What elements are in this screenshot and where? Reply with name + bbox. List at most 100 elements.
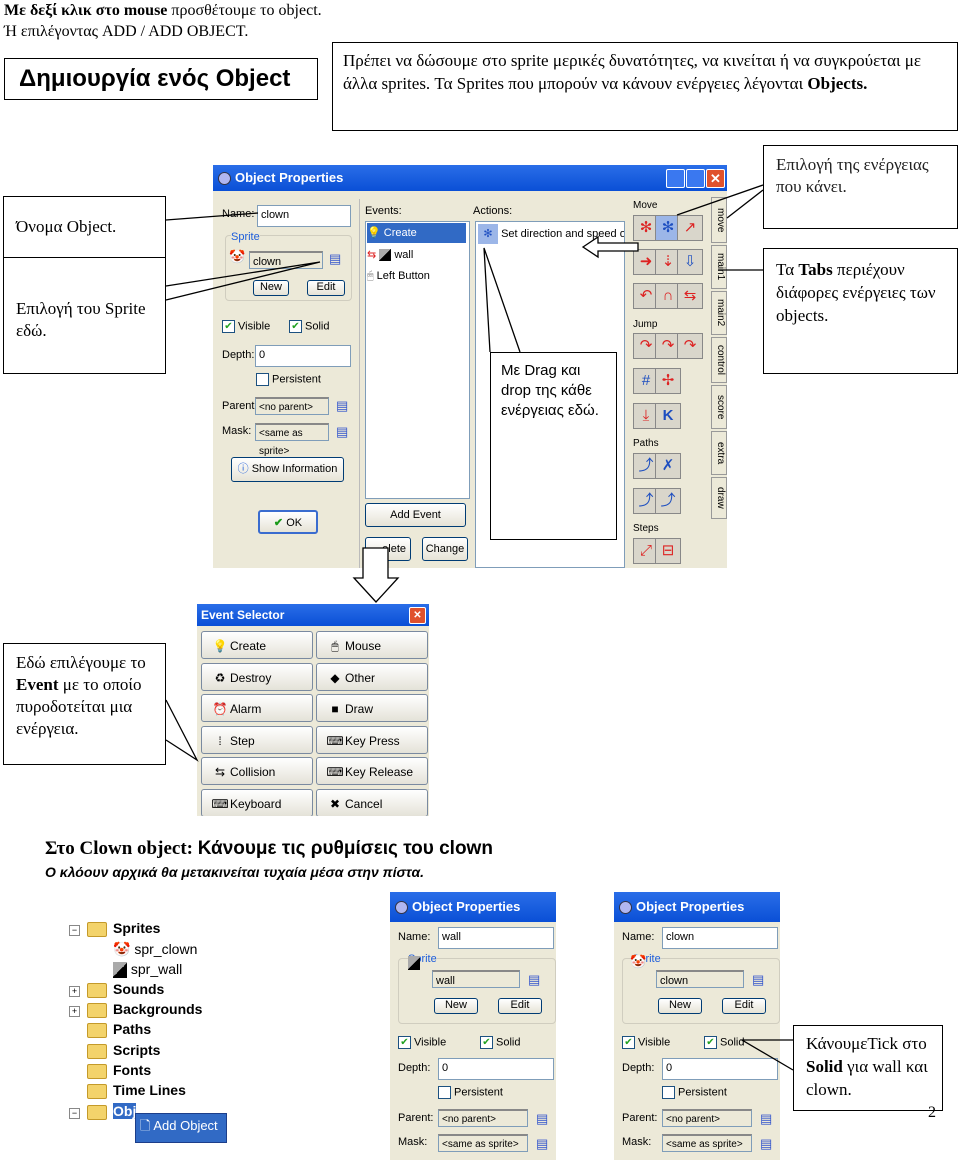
- events-list[interactable]: 💡 Create ⇆ wall 🖱 Left Button: [365, 221, 470, 499]
- new-sprite-button[interactable]: New: [434, 998, 478, 1014]
- tab-draw[interactable]: draw: [711, 477, 727, 519]
- solid-checkbox[interactable]: ✔ Solid: [289, 320, 329, 333]
- step-avoid-icon[interactable]: ⊟: [655, 538, 681, 564]
- intro-line-2: Ή επιλέγοντας ADD / ADD OBJECT.: [4, 23, 249, 40]
- new-sprite-button[interactable]: New: [658, 998, 702, 1014]
- close-button[interactable]: ✕: [409, 607, 426, 624]
- event-button-step[interactable]: ⁞ Step: [201, 725, 313, 754]
- depth-input[interactable]: 0: [662, 1058, 778, 1080]
- tab-score[interactable]: score: [711, 385, 727, 429]
- sprite-field[interactable]: clown: [656, 970, 744, 988]
- event-button-other[interactable]: ◆ Other: [316, 662, 428, 691]
- context-menu-add-object[interactable]: 🗋 Add Object: [135, 1113, 227, 1143]
- mask-field[interactable]: <same as sprite>: [662, 1134, 752, 1152]
- mask-field[interactable]: <same as sprite>: [438, 1134, 528, 1152]
- tree-scripts[interactable]: Scripts: [87, 1042, 160, 1059]
- event-button-draw[interactable]: ■ Draw: [316, 694, 428, 722]
- tree-paths[interactable]: Paths: [87, 1021, 151, 1038]
- solid-checkbox[interactable]: ✔ Solid: [480, 1036, 520, 1049]
- action-item[interactable]: ✻ Set direction and speed of mol: [478, 224, 624, 245]
- ok-button[interactable]: ✔ OK: [258, 510, 318, 534]
- event-button-keyboard[interactable]: ⌨Keyboard: [201, 788, 313, 816]
- name-input[interactable]: clown: [662, 927, 778, 949]
- tab-main1[interactable]: main1: [711, 245, 727, 289]
- visible-checkbox[interactable]: ✔ Visible: [622, 1036, 670, 1049]
- event-button-cancel[interactable]: ✖ Cancel: [316, 788, 428, 816]
- move-free-icon: ✻: [478, 224, 498, 245]
- tree-spr-wall[interactable]: spr_wall: [113, 961, 182, 979]
- event-button-collision[interactable]: ⇆ Collision: [201, 757, 313, 785]
- visible-checkbox[interactable]: ✔ Visible: [398, 1036, 446, 1049]
- tab-move[interactable]: move: [711, 197, 727, 243]
- parent-field[interactable]: <no parent>: [438, 1109, 528, 1127]
- delete-button[interactable]: elete: [365, 537, 411, 561]
- minimize-button[interactable]: [666, 169, 685, 188]
- sprite-field[interactable]: wall: [432, 970, 520, 988]
- edit-sprite-button[interactable]: Edit: [722, 998, 766, 1014]
- expand-icon[interactable]: +: [69, 1006, 80, 1017]
- tree-fonts[interactable]: Fonts: [87, 1062, 151, 1079]
- wrap-icon[interactable]: ✢: [655, 368, 681, 394]
- collapse-icon[interactable]: −: [69, 1108, 80, 1119]
- tab-extra[interactable]: extra: [711, 431, 727, 475]
- visible-checkbox[interactable]: ✔ Visible: [222, 320, 270, 333]
- move-towards-icon[interactable]: ↗: [677, 215, 703, 241]
- persistent-checkbox[interactable]: ✔Persistent: [662, 1086, 727, 1099]
- maximize-button[interactable]: [686, 169, 705, 188]
- change-button[interactable]: Change: [422, 537, 468, 561]
- gravity-icon[interactable]: ⇩: [677, 249, 703, 275]
- event-create[interactable]: 💡 Create: [367, 223, 466, 243]
- mask-browse-icon[interactable]: ▤: [760, 1136, 772, 1152]
- parent-browse-icon[interactable]: ▤: [536, 1111, 548, 1127]
- tree-sounds[interactable]: Sounds: [87, 981, 164, 998]
- show-information-button[interactable]: ⓘ Show Information: [231, 457, 344, 482]
- parent-browse-icon[interactable]: ▤: [336, 398, 348, 414]
- parent-browse-icon[interactable]: ▤: [760, 1111, 772, 1127]
- sprite-browse-icon[interactable]: ▤: [329, 251, 341, 267]
- mask-browse-icon[interactable]: ▤: [536, 1136, 548, 1152]
- name-input[interactable]: clown: [257, 205, 351, 227]
- sprite-field[interactable]: clown: [249, 251, 323, 269]
- friction-icon[interactable]: ⇆: [677, 283, 703, 309]
- event-button-key-press[interactable]: ⌨Key Press: [316, 725, 428, 754]
- jump-random-icon[interactable]: ↷: [677, 333, 703, 359]
- new-sprite-button[interactable]: New: [253, 280, 289, 296]
- event-button-destroy[interactable]: ♻ Destroy: [201, 662, 313, 691]
- event-button-create[interactable]: 💡 Create: [201, 631, 313, 659]
- tree-backgrounds[interactable]: Backgrounds: [87, 1001, 202, 1018]
- event-collision-wall[interactable]: ⇆ wall: [367, 246, 413, 264]
- collapse-icon[interactable]: −: [69, 925, 80, 936]
- persistent-checkbox[interactable]: ✔Persistent: [438, 1086, 503, 1099]
- parent-field[interactable]: <no parent>: [662, 1109, 752, 1127]
- persistent-checkbox[interactable]: ✔Persistent: [256, 373, 321, 386]
- mask-browse-icon[interactable]: ▤: [336, 424, 348, 440]
- event-button-key-release[interactable]: ⌨Key Release: [316, 757, 428, 785]
- path-speed-icon[interactable]: ⤴: [655, 488, 681, 514]
- tree-sprites[interactable]: Sprites: [87, 920, 160, 937]
- callout-tabs: Τα Tabs περιέχουν διάφορες ενέργειες των…: [763, 248, 958, 374]
- mask-field[interactable]: <same as sprite>: [255, 423, 329, 457]
- sprite-browse-icon[interactable]: ▤: [752, 972, 764, 988]
- event-button-alarm[interactable]: ⏰ Alarm: [201, 694, 313, 722]
- add-event-button[interactable]: Add Event: [365, 503, 466, 527]
- close-button[interactable]: ✕: [706, 169, 725, 188]
- tree-time-lines[interactable]: Time Lines: [87, 1082, 186, 1099]
- edit-sprite-button[interactable]: Edit: [307, 280, 345, 296]
- tree-objects[interactable]: Obj: [87, 1103, 137, 1120]
- event-button-mouse[interactable]: 🖱 Mouse: [316, 631, 428, 659]
- tab-control[interactable]: control: [711, 337, 727, 383]
- solid-checkbox[interactable]: ✔ Solid: [704, 1036, 744, 1049]
- bounce-icon[interactable]: K: [655, 403, 681, 429]
- expand-icon[interactable]: +: [69, 986, 80, 997]
- parent-field[interactable]: <no parent>: [255, 397, 329, 415]
- event-left-button[interactable]: 🖱 Left Button: [367, 267, 430, 285]
- name-input[interactable]: wall: [438, 927, 554, 949]
- depth-input[interactable]: 0: [438, 1058, 554, 1080]
- edit-sprite-button[interactable]: Edit: [498, 998, 542, 1014]
- depth-input[interactable]: 0: [255, 345, 351, 367]
- sprite-browse-icon[interactable]: ▤: [528, 972, 540, 988]
- solid-label: Solid: [496, 1036, 521, 1049]
- end-path-icon[interactable]: ✗: [655, 453, 681, 479]
- tab-main2[interactable]: main2: [711, 291, 727, 335]
- tree-spr-clown[interactable]: 🤡 spr_clown: [113, 941, 197, 958]
